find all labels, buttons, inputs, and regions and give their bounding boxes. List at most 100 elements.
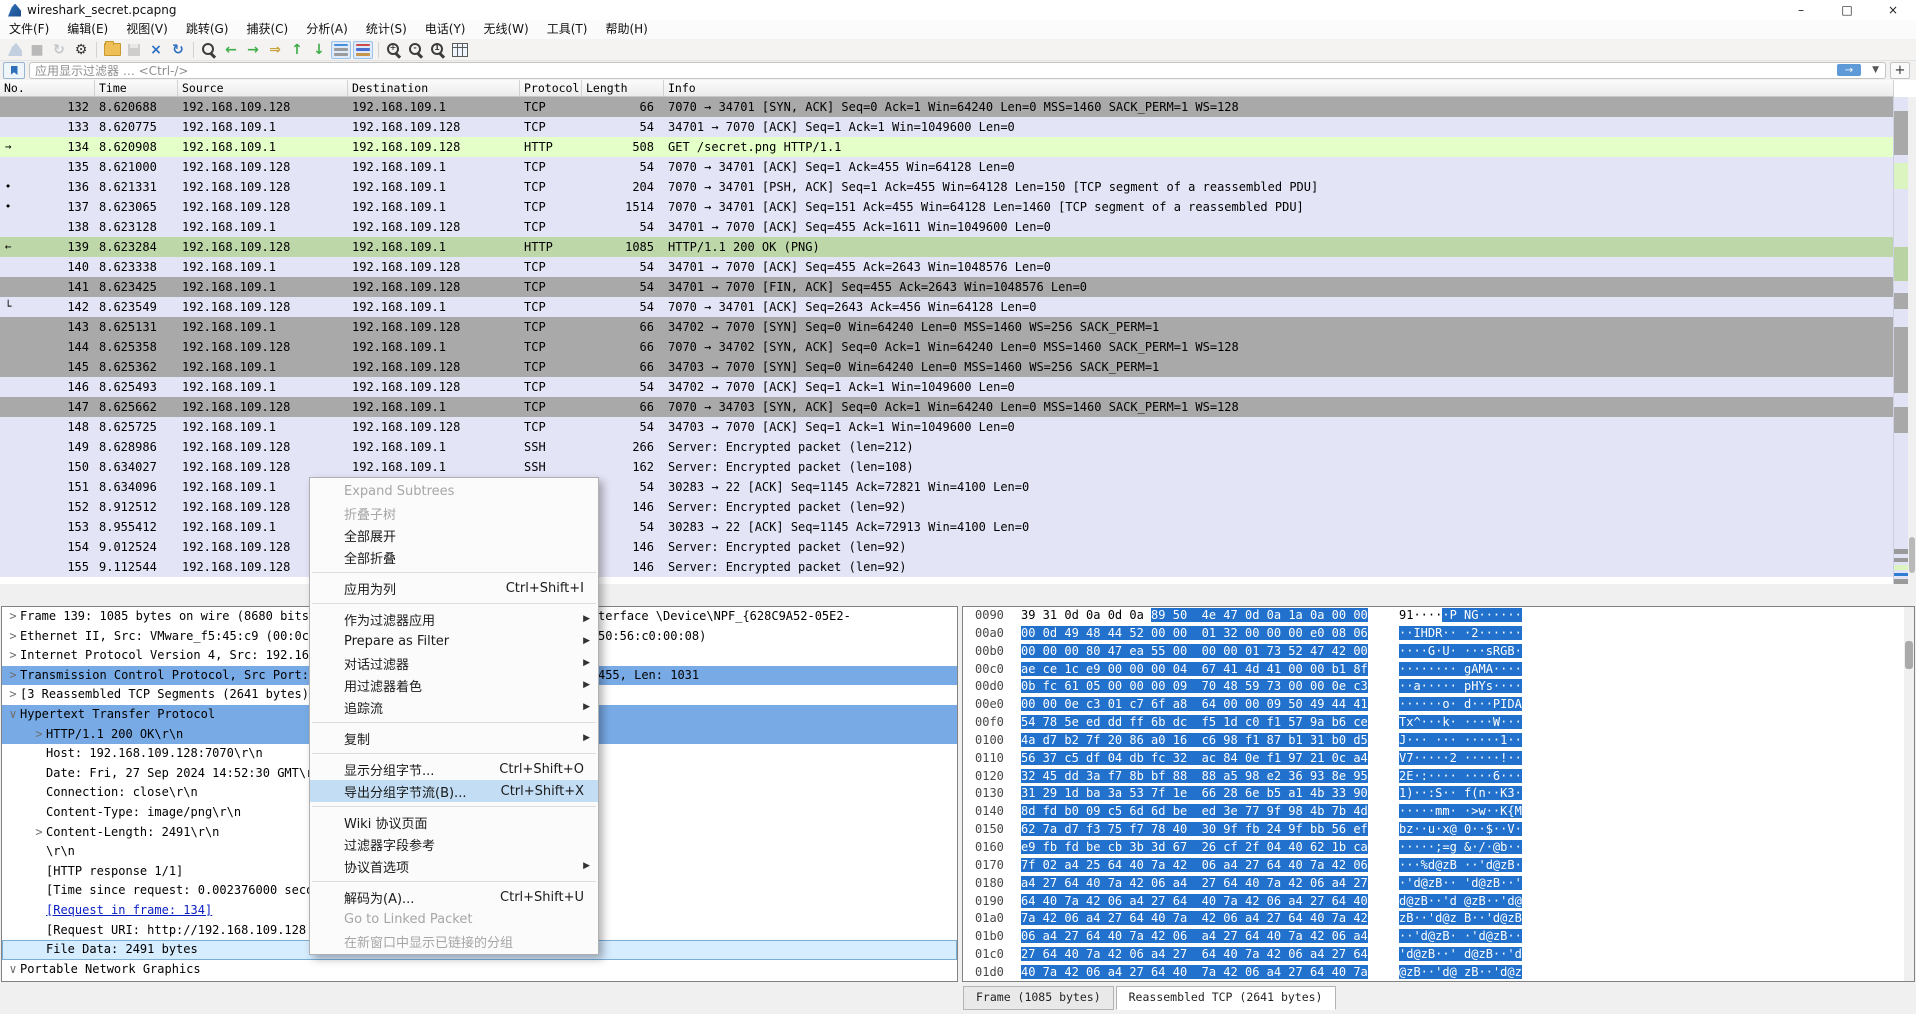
column-header-destination[interactable]: Destination <box>348 80 520 96</box>
hex-row-0150[interactable]: 015062 7a d7 f3 75 f7 78 40 30 9f fb 24 … <box>963 821 1914 839</box>
menubar-item-6[interactable]: 分析(A) <box>297 20 357 39</box>
column-header-source[interactable]: Source <box>178 80 348 96</box>
go-to-packet-icon[interactable]: ⇒ <box>265 41 285 59</box>
tree-chevron-icon[interactable]: > <box>6 685 20 705</box>
tree-chevron-icon[interactable]: > <box>32 823 46 843</box>
hex-row-00a0[interactable]: 00a000 0d 49 48 44 52 00 00 01 32 00 00 … <box>963 625 1914 643</box>
packet-row-151[interactable]: 1518.634096192.168.109.1192.168.109.128T… <box>0 477 1894 497</box>
context-menu-item-8[interactable]: 作为过滤器应用▶ <box>310 608 598 630</box>
hex-row-00c0[interactable]: 00c0ae ce 1c e9 00 00 00 04 67 41 4d 41 … <box>963 661 1914 679</box>
menubar-item-9[interactable]: 无线(W) <box>475 20 538 39</box>
scrollbar-thumb[interactable] <box>1909 537 1915 573</box>
minimize-button[interactable]: – <box>1778 0 1824 20</box>
menubar-item-4[interactable]: 跳转(G) <box>177 20 238 39</box>
column-header-no[interactable]: No. <box>0 80 95 96</box>
tree-chevron-icon[interactable]: > <box>6 646 20 666</box>
hex-row-0160[interactable]: 0160e9 fb fd be cb 3b 3d 67 26 cf 2f 04 … <box>963 839 1914 857</box>
filter-add-button[interactable]: + <box>1890 62 1910 79</box>
reload-file-icon[interactable]: ↻ <box>168 41 188 59</box>
context-menu-item-12[interactable]: 追踪流▶ <box>310 696 598 718</box>
auto-scroll-toggle-icon[interactable] <box>331 41 351 59</box>
tree-chevron-icon[interactable]: > <box>6 627 20 647</box>
context-menu-item-9[interactable]: Prepare as Filter▶ <box>310 630 598 652</box>
context-menu-item-23[interactable]: 解码为(A)...Ctrl+Shift+U <box>310 886 598 908</box>
column-header-time[interactable]: Time <box>95 80 178 96</box>
close-file-icon[interactable]: × <box>146 41 166 59</box>
context-menu-item-16[interactable]: 显示分组字节...Ctrl+Shift+O <box>310 758 598 780</box>
go-to-bottom-icon[interactable]: ↓ <box>309 41 329 59</box>
hex-row-0170[interactable]: 01707f 02 a4 25 64 40 7a 42 06 a4 27 64 … <box>963 857 1914 875</box>
menubar-item-5[interactable]: 捕获(C) <box>237 20 297 39</box>
column-header-length[interactable]: Length <box>582 80 664 96</box>
hex-row-01a0[interactable]: 01a07a 42 06 a4 27 64 40 7a 42 06 a4 27 … <box>963 910 1914 928</box>
byte-tab-1[interactable]: Frame (1085 bytes) <box>963 986 1114 1010</box>
tree-chevron-icon[interactable]: > <box>6 666 20 686</box>
column-header-info[interactable]: Info <box>664 80 1894 96</box>
context-menu-item-11[interactable]: 用过滤器着色▶ <box>310 674 598 696</box>
context-menu-item-3[interactable]: 全部展开 <box>310 524 598 546</box>
menubar-item-10[interactable]: 工具(T) <box>538 20 597 39</box>
packet-row-153[interactable]: 1538.955412192.168.109.1192.168.109.128T… <box>0 517 1894 537</box>
zoom-original-icon[interactable]: 1 <box>428 41 448 59</box>
hex-row-0190[interactable]: 019064 40 7a 42 06 a4 27 64 40 7a 42 06 … <box>963 893 1914 911</box>
packet-row-132[interactable]: 1328.620688192.168.109.128192.168.109.1T… <box>0 97 1894 117</box>
tree-chevron-icon[interactable]: ∨ <box>6 960 20 980</box>
packet-row-147[interactable]: 1478.625662192.168.109.128192.168.109.1T… <box>0 397 1894 417</box>
hex-row-0110[interactable]: 011056 37 c5 df 04 db fc 32 ac 84 0e f1 … <box>963 750 1914 768</box>
packet-row-138[interactable]: 1388.623128192.168.109.1192.168.109.128T… <box>0 217 1894 237</box>
hex-row-00e0[interactable]: 00e000 00 0e c3 01 c7 6f a8 64 00 00 09 … <box>963 696 1914 714</box>
hex-row-01c0[interactable]: 01c027 64 40 7a 42 06 a4 27 64 40 7a 42 … <box>963 946 1914 964</box>
packet-row-137[interactable]: •1378.623065192.168.109.128192.168.109.1… <box>0 197 1894 217</box>
packet-row-152[interactable]: 1528.912512192.168.109.128192.168.109.1S… <box>0 497 1894 517</box>
context-menu-item-19[interactable]: Wiki 协议页面 <box>310 811 598 833</box>
packet-row-148[interactable]: 1488.625725192.168.109.1192.168.109.128T… <box>0 417 1894 437</box>
hex-row-0130[interactable]: 013031 29 1d ba 3a 53 7f 1e 66 28 6e b5 … <box>963 785 1914 803</box>
menubar-item-1[interactable]: 文件(F) <box>0 20 58 39</box>
detail-line-19[interactable]: ∨Portable Network Graphics <box>2 960 957 980</box>
maximize-button[interactable]: □ <box>1824 0 1870 20</box>
close-button[interactable]: × <box>1870 0 1916 20</box>
hex-row-0140[interactable]: 01408d fd b0 09 c5 6d 6d be ed 3e 77 9f … <box>963 803 1914 821</box>
open-file-icon[interactable] <box>102 41 122 59</box>
go-back-icon[interactable]: ← <box>221 41 241 59</box>
packet-row-136[interactable]: •1368.621331192.168.109.128192.168.109.1… <box>0 177 1894 197</box>
tree-chevron-icon[interactable]: > <box>32 725 46 745</box>
packet-row-133[interactable]: 1338.620775192.168.109.1192.168.109.128T… <box>0 117 1894 137</box>
packet-row-134[interactable]: →1348.620908192.168.109.1192.168.109.128… <box>0 137 1894 157</box>
context-menu-item-10[interactable]: 对话过滤器▶ <box>310 652 598 674</box>
packet-row-155[interactable]: 1559.112544192.168.109.128192.168.109.1S… <box>0 557 1894 577</box>
go-to-top-icon[interactable]: ↑ <box>287 41 307 59</box>
context-menu-item-17[interactable]: 导出分组字节流(B)...Ctrl+Shift+X <box>310 780 598 802</box>
resize-columns-icon[interactable] <box>450 41 470 59</box>
packet-row-140[interactable]: 1408.623338192.168.109.1192.168.109.128T… <box>0 257 1894 277</box>
context-menu-item-14[interactable]: 复制▶ <box>310 727 598 749</box>
tree-chevron-icon[interactable]: > <box>6 607 20 627</box>
filter-dropdown-caret[interactable]: ▼ <box>1872 63 1879 77</box>
menubar-item-8[interactable]: 电话(Y) <box>416 20 475 39</box>
column-header-protocol[interactable]: Protocol <box>520 80 582 96</box>
packet-list-scrollbar[interactable] <box>1908 97 1916 584</box>
packet-row-144[interactable]: 1448.625358192.168.109.128192.168.109.1T… <box>0 337 1894 357</box>
bytes-scrollbar[interactable] <box>1904 607 1914 981</box>
hex-row-00b0[interactable]: 00b000 00 00 80 47 ea 55 00 00 00 01 73 … <box>963 643 1914 661</box>
tree-chevron-icon[interactable]: ∨ <box>6 705 20 725</box>
packet-row-143[interactable]: 1438.625131192.168.109.1192.168.109.128T… <box>0 317 1894 337</box>
packet-row-146[interactable]: 1468.625493192.168.109.1192.168.109.128T… <box>0 377 1894 397</box>
packet-row-142[interactable]: └1428.623549192.168.109.128192.168.109.1… <box>0 297 1894 317</box>
packet-row-141[interactable]: 1418.623425192.168.109.1192.168.109.128T… <box>0 277 1894 297</box>
context-menu-item-6[interactable]: 应用为列Ctrl+Shift+I <box>310 577 598 599</box>
zoom-in-icon[interactable]: + <box>384 41 404 59</box>
filter-apply-button[interactable]: → <box>1837 64 1861 76</box>
hex-row-01d0[interactable]: 01d040 7a 42 06 a4 27 64 40 7a 42 06 a4 … <box>963 964 1914 982</box>
packet-row-145[interactable]: 1458.625362192.168.109.1192.168.109.128T… <box>0 357 1894 377</box>
display-filter-input[interactable]: 应用显示过滤器 … <Ctrl-/> → ▼ <box>29 62 1886 79</box>
packet-row-135[interactable]: 1358.621000192.168.109.128192.168.109.1T… <box>0 157 1894 177</box>
find-packet-icon[interactable] <box>199 41 219 59</box>
menubar-item-7[interactable]: 统计(S) <box>357 20 416 39</box>
capture-options-icon[interactable]: ⚙ <box>71 41 91 59</box>
context-menu-item-20[interactable]: 过滤器字段参考 <box>310 833 598 855</box>
packet-list-minimap-scrollbar[interactable] <box>1893 97 1908 584</box>
hex-row-00f0[interactable]: 00f054 78 5e ed dd ff 6b dc f5 1d c0 f1 … <box>963 714 1914 732</box>
hex-row-01b0[interactable]: 01b006 a4 27 64 40 7a 42 06 a4 27 64 40 … <box>963 928 1914 946</box>
hex-row-00d0[interactable]: 00d00b fc 61 05 00 00 00 09 70 48 59 73 … <box>963 678 1914 696</box>
